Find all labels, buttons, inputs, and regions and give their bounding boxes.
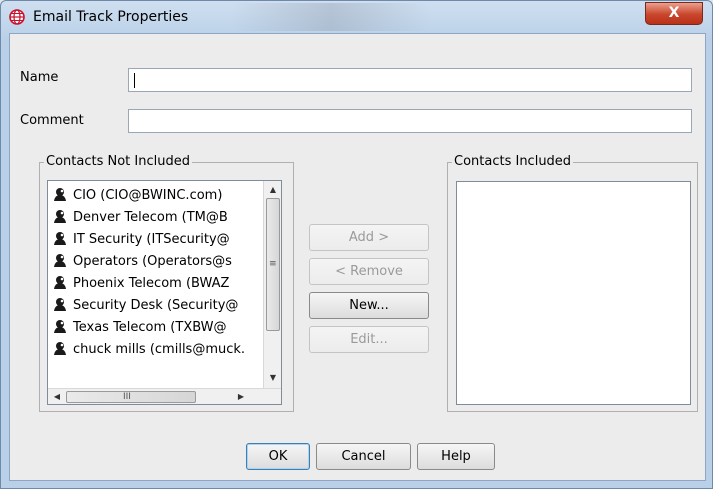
scroll-up-icon[interactable]: ▲: [266, 183, 280, 197]
contact-label: Denver Telecom (TM@B: [73, 210, 228, 225]
scroll-down-icon[interactable]: ▼: [266, 371, 280, 385]
horizontal-scrollbar[interactable]: ◀ III ▶: [48, 388, 281, 404]
contact-icon: [53, 297, 67, 311]
dialog-window: Email Track Properties X Name Comment Co…: [0, 0, 713, 489]
remove-button[interactable]: < Remove: [309, 258, 429, 285]
list-item[interactable]: Denver Telecom (TM@B: [53, 207, 228, 229]
contacts-included-group: Contacts Included: [447, 154, 698, 412]
comment-field[interactable]: [128, 109, 692, 133]
text-caret: [134, 73, 135, 88]
contact-label: Phoenix Telecom (BWAZ: [73, 276, 230, 291]
contact-label: CIO (CIO@BWINC.com): [73, 188, 223, 203]
new-button[interactable]: New...: [309, 292, 429, 319]
contact-icon: [53, 319, 67, 333]
contacts-not-included-group: Contacts Not Included CIO (CIO@BWINC.com…: [39, 154, 294, 412]
contact-icon: [53, 187, 67, 201]
scroll-grip-label: III: [123, 392, 131, 402]
horizontal-scroll-thumb[interactable]: III: [66, 391, 196, 403]
list-item[interactable]: CIO (CIO@BWINC.com): [53, 185, 222, 207]
list-item[interactable]: chuck mills (cmills@muck.: [53, 339, 245, 361]
window-title: Email Track Properties: [33, 9, 189, 25]
contact-label: IT Security (ITSecurity@: [73, 232, 230, 247]
ok-button[interactable]: OK: [246, 443, 310, 470]
name-field[interactable]: [128, 68, 692, 92]
contact-label: Texas Telecom (TXBW@: [73, 320, 227, 335]
contact-icon: [53, 231, 67, 245]
list-item[interactable]: IT Security (ITSecurity@: [53, 229, 230, 251]
vertical-scrollbar[interactable]: ▲ ≡ ▼: [263, 181, 281, 388]
list-item[interactable]: Operators (Operators@s: [53, 251, 232, 273]
contacts-not-included-list[interactable]: CIO (CIO@BWINC.com) Denver Telecom (TM@B…: [47, 180, 282, 405]
cancel-button[interactable]: Cancel: [316, 443, 411, 470]
list-item[interactable]: Texas Telecom (TXBW@: [53, 317, 227, 339]
contacts-included-list[interactable]: [456, 181, 691, 405]
dialog-client-area: Name Comment Contacts Not Included CIO (…: [9, 33, 706, 481]
app-globe-icon: [9, 9, 25, 25]
list-item[interactable]: Security Desk (Security@: [53, 295, 238, 317]
contact-icon: [53, 253, 67, 267]
close-button[interactable]: X: [645, 2, 703, 25]
contact-label: Operators (Operators@s: [73, 254, 232, 269]
scroll-right-icon[interactable]: ▶: [234, 390, 248, 404]
title-bar[interactable]: Email Track Properties X: [1, 1, 712, 33]
grip-icon: ≡: [269, 259, 277, 269]
help-button[interactable]: Help: [417, 443, 495, 470]
vertical-scroll-thumb[interactable]: ≡: [266, 198, 280, 331]
contacts-not-included-title: Contacts Not Included: [44, 154, 192, 170]
title-background-blur: [231, 3, 431, 31]
contact-label: chuck mills (cmills@muck.: [73, 342, 246, 357]
contact-icon: [53, 209, 67, 223]
list-item[interactable]: Phoenix Telecom (BWAZ: [53, 273, 229, 295]
edit-button[interactable]: Edit...: [309, 326, 429, 353]
contacts-included-title: Contacts Included: [452, 154, 574, 170]
scroll-left-icon[interactable]: ◀: [50, 390, 64, 404]
contact-icon: [53, 275, 67, 289]
comment-label: Comment: [20, 113, 84, 128]
add-button[interactable]: Add >: [309, 224, 429, 251]
contact-icon: [53, 341, 67, 355]
name-label: Name: [20, 70, 59, 85]
contact-label: Security Desk (Security@: [73, 298, 239, 313]
